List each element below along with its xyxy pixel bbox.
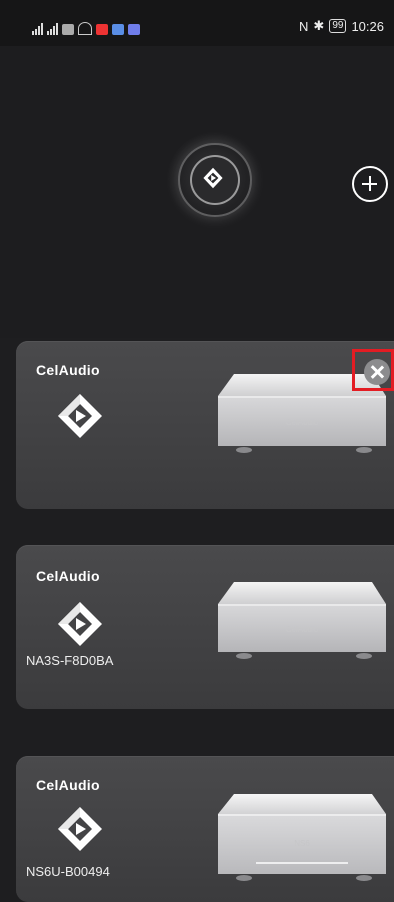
status-bar: N ✱ 99 10:26 (0, 0, 394, 46)
device-image: CelAudio (218, 582, 386, 659)
device-model-label: CelAudio (286, 625, 319, 634)
message-notification-icon (112, 24, 124, 35)
device-brand: CelAudio (36, 362, 100, 378)
wifi-icon (78, 22, 92, 35)
mail-notification-icon (128, 24, 140, 35)
bluetooth-icon: ✱ (313, 18, 325, 33)
device-brand: CelAudio (36, 777, 100, 793)
device-brand: CelAudio (36, 568, 100, 584)
signal-icon (32, 23, 43, 35)
add-device-button[interactable] (352, 166, 388, 202)
celaudio-logo-icon (203, 167, 223, 189)
nfc-icon: N (299, 18, 309, 34)
status-right: N ✱ 99 10:26 (299, 18, 384, 34)
device-model-label: NS6 (294, 839, 310, 848)
close-icon (364, 359, 390, 385)
celaudio-logo-icon (58, 602, 102, 646)
app-notification-icon (96, 24, 108, 35)
status-left (32, 22, 140, 35)
device-name: NS6U-B00494 (26, 864, 110, 879)
device-name: NA3S-F8D0BA (26, 653, 114, 668)
battery-indicator: 99 (329, 19, 347, 33)
celaudio-logo-icon (58, 394, 102, 438)
device-image: NS6 (218, 794, 386, 881)
device-model-label: CelAudio (286, 418, 319, 427)
clock: 10:26 (351, 18, 384, 34)
signal-icon (47, 23, 58, 35)
delete-device-button[interactable] (352, 349, 394, 391)
celaudio-logo-icon (58, 807, 102, 851)
hd-icon (62, 24, 74, 35)
